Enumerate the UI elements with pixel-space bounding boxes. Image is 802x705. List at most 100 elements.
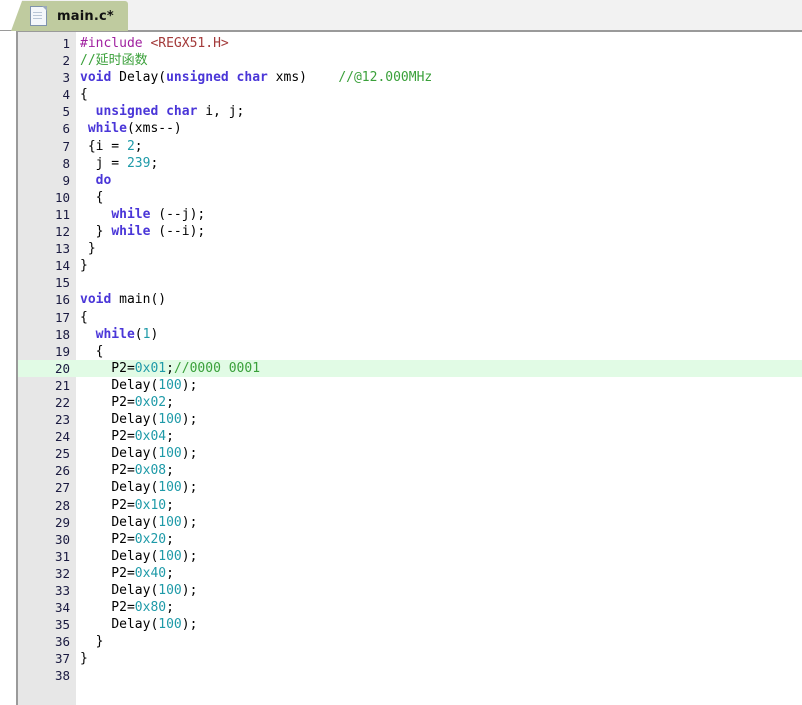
token-plain: P2= [80,394,135,410]
line-number: 7 [62,138,70,154]
token-comment: //0000 0001 [173,360,261,376]
code-line-text: Delay(100); [76,616,802,633]
token-plain: ; [166,463,174,479]
code-line[interactable]: 18 while(1) [18,326,802,343]
code-line-text: Delay(100); [76,582,802,599]
code-line[interactable]: 14} [18,257,802,274]
line-number: 9 [62,172,70,188]
code-line[interactable]: 17 { [18,309,802,326]
token-preproc: #include [80,36,143,51]
line-number: 23 [54,412,70,428]
token-plain: ) [150,326,159,342]
code-line[interactable]: 37} [18,650,802,667]
code-line[interactable]: 6 while(xms--) [18,120,802,137]
code-line[interactable]: 36 } [18,633,802,650]
code-line[interactable]: 33 Delay(100); [18,582,802,599]
code-line[interactable]: 1 #include <REGX51.H> [18,35,802,52]
code-line[interactable]: 15 [18,274,802,291]
line-number: 38 [54,668,70,684]
code-line[interactable]: 29 Delay(100); [18,514,802,531]
token-number: 0x02 [134,394,167,410]
token-plain: { [80,343,104,359]
code-line[interactable]: 5 unsigned char i, j; [18,103,802,120]
code-line[interactable]: 34 P2=0x80; [18,599,802,616]
token-keyword: while [111,206,151,222]
token-plain: } [80,634,104,650]
code-scroll-viewport[interactable]: 1 #include <REGX51.H> 2//延时函数 3 void Delay(u… [18,32,802,705]
token-plain: ; [166,600,174,616]
token-plain: {i = [80,138,127,154]
token-plain: ; [150,155,159,171]
code-line-text: Delay(100); [76,445,802,462]
line-number: 14 [54,258,70,274]
token-plain: ; [166,429,174,445]
tab-label: main.c* [57,8,114,24]
code-line-list[interactable]: 1 #include <REGX51.H> 2//延时函数 3 void Delay(u… [18,32,802,685]
code-line-text: P2=0x04; [76,428,802,445]
code-line[interactable]: 21 Delay(100); [18,377,802,394]
code-line[interactable]: 8 j = 239; [18,155,802,172]
token-keyword: while [111,224,151,240]
token-plain: ); [181,446,198,462]
code-line[interactable]: 12 } while (--i); [18,223,802,240]
code-line[interactable]: 32 P2=0x40; [18,565,802,582]
code-line[interactable]: 26 P2=0x08; [18,462,802,479]
code-line-text: {i = 2; [76,138,802,155]
line-number: 4 [62,87,70,103]
code-line[interactable]: 20 P2=0x01;//0000 0001 [18,359,802,377]
token-plain: ( [134,326,143,342]
token-plain: P2= [80,497,135,513]
code-line[interactable]: 11 while (--j); [18,206,802,223]
tab-main-c[interactable]: main.c* [11,1,128,31]
code-line-text: P2=0x80; [76,599,802,616]
line-number: 31 [54,548,70,564]
code-line-text: { [76,86,802,103]
token-number: 0x80 [134,600,167,616]
code-line-text: Delay(100); [76,411,802,428]
token-ident: Delay [111,548,151,564]
token-keyword: while [87,121,127,137]
line-number: 6 [62,121,70,137]
code-line[interactable]: 7 {i = 2; [18,138,802,155]
code-line[interactable]: 9 do [18,172,802,189]
code-line[interactable]: 3 void Delay(unsigned char xms) //@12.000… [18,69,802,86]
code-line[interactable]: 10 { [18,189,802,206]
code-line-text: P2=0x02; [76,394,802,411]
code-line[interactable]: 30 P2=0x20; [18,531,802,548]
token-plain: P2= [80,565,135,581]
code-line[interactable]: 2 //延时函数 [18,52,802,69]
code-line[interactable]: 22 P2=0x02; [18,394,802,411]
code-line[interactable]: 38 [18,667,802,684]
code-line[interactable]: 16 void main() [18,291,802,308]
token-plain: ); [181,617,198,633]
code-line[interactable]: 13 } [18,240,802,257]
token-keyword: void [80,292,112,308]
code-line[interactable]: 23 Delay(100); [18,411,802,428]
code-line[interactable]: 28 P2=0x10; [18,497,802,514]
token-plain: P2= [80,360,135,376]
code-line-text: { [76,189,802,206]
line-number: 29 [54,514,70,530]
code-line-text: } [76,257,802,274]
code-line[interactable]: 31 Delay(100); [18,548,802,565]
line-number: 12 [54,224,70,240]
token-plain: ); [181,548,198,564]
code-line-text: //延时函数 [76,52,802,69]
code-line[interactable]: 24 P2=0x04; [18,428,802,445]
code-area[interactable]: 1 #include <REGX51.H> 2//延时函数 3 void Delay(u… [16,31,802,705]
token-plain: i, j; [197,104,245,120]
code-line[interactable]: 25 Delay(100); [18,445,802,462]
line-number: 30 [54,531,70,547]
token-plain: ); [181,412,198,428]
code-line[interactable]: 27 Delay(100); [18,479,802,496]
code-line[interactable]: 35 Delay(100); [18,616,802,633]
code-line-text: Delay(100); [76,377,802,394]
token-plain: { [80,309,88,325]
code-line[interactable]: 4{ [18,86,802,103]
token-plain: ; [134,138,143,154]
code-line[interactable]: 19 { [18,343,802,360]
token-number: 0x04 [134,429,167,445]
line-number: 26 [54,463,70,479]
